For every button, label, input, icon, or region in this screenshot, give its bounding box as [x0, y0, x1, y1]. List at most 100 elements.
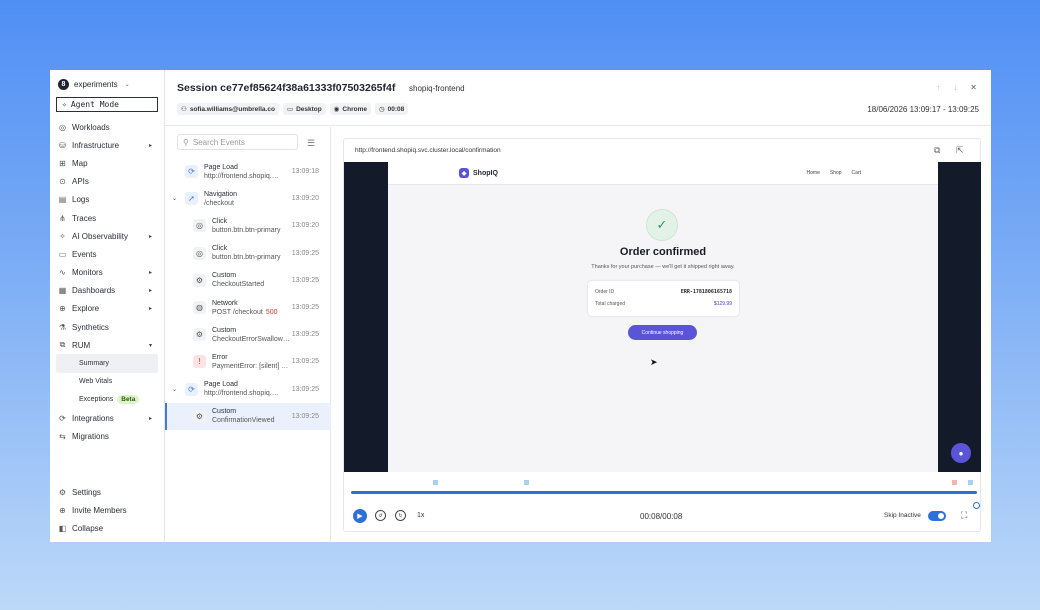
sidebar-item-explore[interactable]: ⊕ Explore ▸ — [50, 300, 164, 318]
skip-forward-button[interactable]: ↻ — [395, 510, 406, 521]
site-nav: ◆ ShopIQ Home Shop Cart — [388, 162, 938, 185]
sidebar-item-dashboards[interactable]: ▦ Dashboards ▸ — [50, 282, 164, 300]
continue-shopping-button[interactable]: Continue shopping — [628, 325, 697, 340]
migrations-icon: ⇆ — [59, 431, 66, 441]
event-type: Navigation — [204, 190, 238, 198]
copy-icon[interactable]: ⧉ — [934, 145, 940, 156]
sidebar-item-monitors[interactable]: ∿ Monitors ▸ — [50, 264, 164, 282]
site-nav-link[interactable]: Shop — [830, 170, 842, 176]
filter-icon[interactable]: ☰ — [307, 138, 315, 149]
skip-back-button[interactable]: ↺ — [375, 510, 386, 521]
timeline-marker[interactable] — [968, 480, 973, 485]
site-nav-link[interactable]: Cart — [852, 170, 861, 176]
sidebar-item-migrations[interactable]: ⇆ Migrations — [50, 427, 164, 445]
timeline-marker[interactable] — [433, 480, 438, 485]
sidebar-subitem-web-vitals[interactable]: Web Vitals — [56, 373, 158, 391]
sidebar-subitem-summary[interactable]: Summary — [56, 354, 158, 373]
arrow-up-icon[interactable]: ↑ — [936, 83, 940, 92]
event-row[interactable]: ◎ Click button.btn.btn-primary 13:09:20 — [165, 212, 331, 239]
chevron-icon: ▸ — [148, 415, 152, 422]
chevron-icon: ▸ — [148, 142, 152, 149]
event-row[interactable]: ⟳ Page Loadhttp://frontend.shopiq.svc.clu… — [165, 158, 331, 185]
play-button[interactable]: ▶ — [353, 509, 367, 523]
event-row[interactable]: ◎ Click button.btn.btn-primary 13:09:25 — [165, 240, 331, 267]
sidebar-item-invite-members[interactable]: ⊕ Invite Members — [50, 502, 164, 520]
beta-badge: Beta — [117, 395, 140, 405]
progress-track[interactable] — [351, 491, 980, 509]
playback-speed[interactable]: 1x — [417, 512, 424, 519]
event-detail-text: http://frontend.shopiq.svc.cluster.local… — [204, 390, 282, 398]
event-detail-text: button.btn.btn-primary — [212, 254, 281, 262]
arrow-down-icon[interactable]: ↓ — [953, 83, 957, 92]
sidebar-item-workloads[interactable]: ◎ Workloads — [50, 118, 164, 136]
site-nav-link[interactable]: Home — [807, 170, 820, 176]
close-icon[interactable]: ✕ — [970, 83, 977, 92]
event-row[interactable]: ◍ Network POST /checkout 500 13:09:25 — [165, 294, 331, 321]
session-player: http://frontend.shopiq.svc.cluster.local… — [343, 138, 981, 532]
event-time: 13:09:25 — [291, 412, 319, 420]
event-row[interactable]: ⌄ ➚ Navigation/checkout 13:09:20 — [165, 185, 331, 212]
event-time: 13:09:25 — [291, 304, 319, 312]
event-text: ErrorPaymentError: [silent] payment fail… — [212, 353, 290, 371]
event-type: Custom — [212, 326, 237, 334]
timeline-marker[interactable] — [952, 480, 957, 485]
custom-icon: ⚙ — [193, 409, 206, 423]
order-id-value: ERR-1781806165718 — [680, 289, 732, 295]
chip-label: sofia.williams@umbrella.co — [189, 105, 275, 113]
custom-icon: ⚙ — [193, 328, 206, 342]
sidebar-item-label: Settings — [72, 488, 101, 498]
traces-icon: ⋔ — [59, 213, 66, 223]
sidebar-item-synthetics[interactable]: ⚗ Synthetics — [50, 318, 164, 336]
search-input[interactable]: ⚲ Search Events — [177, 134, 298, 150]
sidebar-subitem-exceptions[interactable]: Exceptions Beta — [56, 391, 158, 409]
session-chips: ⚇ sofia.williams@umbrella.co ▭ Desktop ◉ Chro… — [177, 103, 409, 115]
agent-mode-button[interactable]: ✧ Agent Mode — [56, 97, 158, 112]
chevron-icon: ▸ — [148, 270, 152, 277]
sidebar-item-collapse[interactable]: ◧ Collapse — [50, 520, 164, 538]
sidebar-item-infrastructure[interactable]: ⛁ Infrastructure ▸ — [50, 136, 164, 154]
sidebar-item-events[interactable]: ▭ Events — [50, 245, 164, 263]
sidebar-item-integrations[interactable]: ⟳ Integrations ▸ — [50, 409, 164, 427]
event-detail: http://frontend.shopiq.svc.cluster.local… — [204, 389, 282, 398]
session-chip: ◉ Chrome — [329, 103, 371, 115]
chevron-down-icon[interactable]: ⌄ — [172, 386, 177, 393]
fullscreen-icon[interactable]: ⛶ — [961, 510, 967, 521]
app-window: 8 experiments ⌄ ✧ Agent Mode ◎ Workloads ⛁… — [50, 70, 991, 542]
integrations-icon: ⟳ — [59, 413, 66, 423]
sidebar-item-label: Synthetics — [72, 322, 109, 332]
sidebar-item-label: Monitors — [72, 268, 103, 278]
event-row[interactable]: ⚙ Custom CheckoutErrorSwallowed 13:09:25 — [165, 321, 331, 348]
events-panel: ⚲ Search Events ☰ ⟳ Page Load http://front… — [165, 127, 331, 542]
sidebar-item-apis[interactable]: ⊙ APIs — [50, 173, 164, 191]
agent-mode-label: Agent Mode — [70, 100, 119, 109]
event-type: Page Load — [204, 163, 238, 171]
replay-timeline[interactable] — [351, 478, 980, 509]
sidebar-item-label: AI Observability — [72, 231, 129, 241]
sidebar-item-logs[interactable]: ▤ Logs — [50, 191, 164, 209]
open-external-icon[interactable]: ⇱ — [956, 145, 964, 156]
org-switcher[interactable]: 8 experiments ⌄ — [50, 70, 164, 94]
sidebar-item-traces[interactable]: ⋔ Traces — [50, 209, 164, 227]
sidebar-item-label: Explore — [72, 304, 100, 314]
sidebar-item-rum[interactable]: ⧉ RUM ▾ — [50, 336, 164, 354]
navigation-icon: ➚ — [185, 192, 198, 206]
event-row[interactable]: ⚙ Custom CheckoutStarted 13:09:25 — [165, 267, 331, 294]
sidebar-item-label: RUM — [72, 340, 91, 350]
sidebar-item-ai-observability[interactable]: ✧ AI Observability ▸ — [50, 227, 164, 245]
skip-inactive-toggle[interactable] — [928, 511, 946, 521]
event-time: 13:09:25 — [291, 331, 319, 339]
chevron-down-icon[interactable]: ⌄ — [172, 195, 177, 202]
sidebar-item-settings[interactable]: ⚙ Settings — [50, 483, 164, 501]
timeline-marker[interactable] — [524, 480, 529, 485]
event-row[interactable]: ⚙ Custom ConfirmationViewed 13:09:25 — [165, 402, 331, 430]
event-type: Custom — [212, 408, 237, 416]
search-icon: ⚲ — [183, 137, 189, 147]
order-id-label: Order ID — [595, 289, 615, 295]
ai-observability-icon: ✧ — [59, 231, 66, 241]
sidebar-item-map[interactable]: ⊞ Map — [50, 154, 164, 172]
event-row[interactable]: ⌄ ⟳ Page Loadhttp://frontend.shopiq.svc.cl… — [165, 376, 331, 403]
event-row[interactable]: ! ErrorPaymentError: [silent] payment fai… — [165, 348, 331, 375]
sidebar-item-label: Migrations — [72, 431, 109, 441]
events-icon: ▭ — [58, 249, 67, 259]
chat-icon[interactable]: ● — [951, 443, 971, 463]
